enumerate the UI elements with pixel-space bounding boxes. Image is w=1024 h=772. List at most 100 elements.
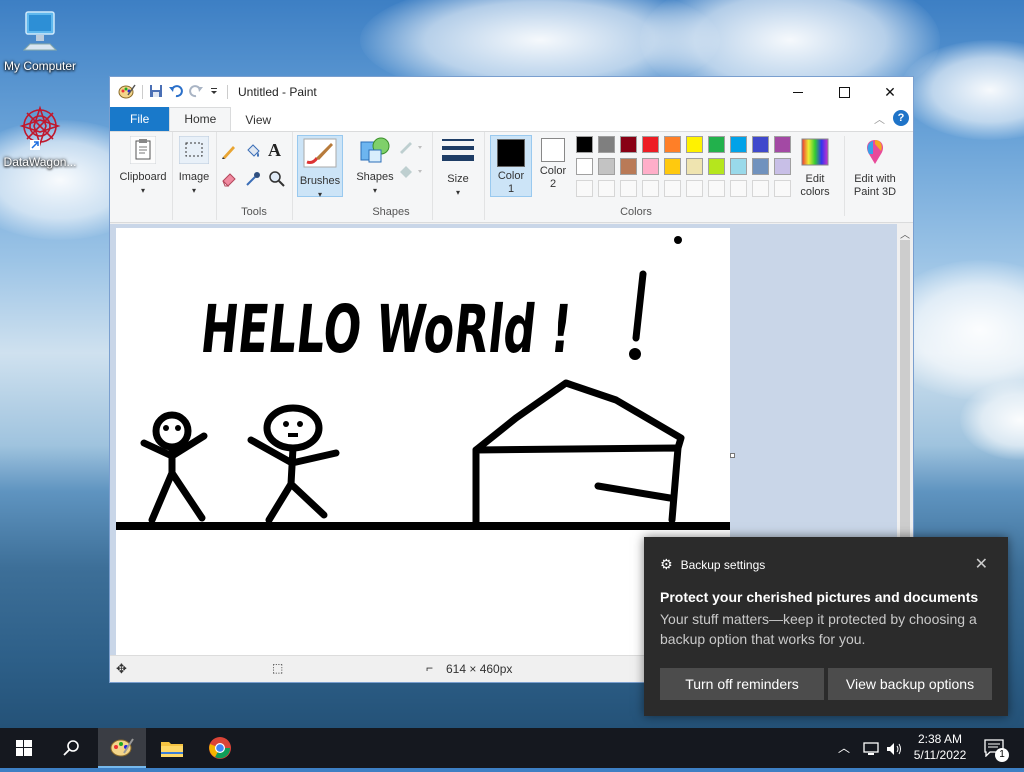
palette-color-swatch[interactable] [598, 136, 615, 153]
palette-color-swatch[interactable] [752, 158, 769, 175]
palette-color-swatch[interactable] [642, 136, 659, 153]
color-1-button[interactable]: Color 1 [490, 135, 532, 197]
desktop-icon-my-computer[interactable]: My Computer [0, 10, 80, 73]
dropdown-arrow-icon: ▾ [140, 186, 145, 195]
paint-app-icon[interactable] [118, 83, 136, 102]
palette-color-swatch[interactable] [708, 158, 725, 175]
image-button[interactable]: Image ▾ [170, 135, 218, 197]
palette-color-swatch[interactable] [664, 136, 681, 153]
custom-color-slot[interactable] [708, 180, 725, 197]
edit-with-paint3d-button[interactable]: Edit with Paint 3D [846, 138, 904, 199]
palette-color-swatch[interactable] [620, 158, 637, 175]
palette-color-swatch[interactable] [730, 136, 747, 153]
select-icon [170, 135, 218, 168]
fill-shape-icon[interactable] [398, 164, 424, 181]
dropdown-arrow-icon: ▾ [191, 186, 196, 195]
tab-view[interactable]: View [231, 109, 285, 131]
brushes-button[interactable]: Brushes ▾ [297, 135, 343, 199]
drawing-canvas[interactable]: HELLO WoRld ! [112, 228, 734, 656]
clipboard-group: Clipboard ▾ [114, 132, 173, 220]
edit-colors-button[interactable]: Edit colors [794, 138, 836, 199]
edit-colors-label-2: colors [800, 186, 830, 198]
search-button[interactable] [48, 728, 96, 768]
volume-icon[interactable] [886, 728, 904, 768]
tab-home[interactable]: Home [169, 107, 232, 131]
custom-color-slot[interactable] [576, 180, 593, 197]
palette-color-swatch[interactable] [664, 158, 681, 175]
text-icon[interactable]: A [268, 140, 281, 161]
shapes-button[interactable]: Shapes ▾ [354, 136, 396, 197]
scroll-up-icon[interactable]: ︿ [897, 226, 913, 241]
palette-color-swatch[interactable] [774, 136, 791, 153]
resize-handle[interactable] [730, 453, 735, 458]
custom-color-slot[interactable] [598, 180, 615, 197]
custom-color-slot[interactable] [664, 180, 681, 197]
windows-logo-icon [16, 740, 32, 756]
image-group: Image ▾ [172, 132, 217, 220]
palette-color-swatch[interactable] [774, 158, 791, 175]
color-1-label: Color [497, 170, 525, 182]
notification-badge: 1 [995, 748, 1009, 762]
toast-close-icon[interactable]: ✕ [975, 554, 988, 574]
minimize-button[interactable] [775, 77, 821, 107]
custom-color-slot[interactable] [730, 180, 747, 197]
view-backup-options-button[interactable]: View backup options [828, 668, 992, 700]
taskbar-chrome[interactable] [196, 728, 244, 768]
outline-icon[interactable] [398, 140, 424, 157]
palette-color-swatch[interactable] [752, 136, 769, 153]
palette-color-swatch[interactable] [686, 158, 703, 175]
palette-color-swatch[interactable] [642, 158, 659, 175]
help-icon[interactable]: ? [893, 110, 909, 126]
canvas-handwritten-text: HELLO WoRld ! [197, 291, 575, 368]
custom-color-slot[interactable] [642, 180, 659, 197]
action-center-button[interactable]: 1 [980, 728, 1020, 768]
dropdown-arrow-icon: ▾ [455, 188, 460, 197]
palette-color-swatch[interactable] [730, 158, 747, 175]
palette-color-swatch[interactable] [598, 158, 615, 175]
computer-icon [0, 10, 80, 57]
color-picker-icon[interactable] [244, 170, 262, 191]
start-button[interactable] [0, 728, 48, 768]
taskbar-paint[interactable] [98, 728, 146, 768]
color-palette [576, 132, 796, 202]
eraser-icon[interactable] [220, 170, 238, 191]
redo-icon[interactable] [189, 84, 203, 101]
tab-file[interactable]: File [110, 107, 170, 131]
toast-app-name: Backup settings [680, 557, 766, 572]
custom-color-slot[interactable] [774, 180, 791, 197]
pencil-icon[interactable] [220, 142, 238, 163]
palette-color-swatch[interactable] [686, 136, 703, 153]
shapes-group-label: Shapes [372, 206, 410, 218]
collapse-ribbon-icon[interactable]: ︿ [874, 111, 885, 127]
taskbar-file-explorer[interactable] [148, 728, 196, 768]
palette-color-swatch[interactable] [576, 136, 593, 153]
clock[interactable]: 2:38 AM 5/11/2022 [906, 728, 974, 772]
turn-off-reminders-button[interactable]: Turn off reminders [660, 668, 824, 700]
network-icon[interactable] [862, 728, 880, 768]
undo-icon[interactable] [169, 84, 183, 101]
palette-color-swatch[interactable] [708, 136, 725, 153]
clipboard-button[interactable]: Clipboard ▾ [116, 135, 170, 197]
size-button[interactable]: Size ▾ [436, 138, 480, 199]
palette-color-swatch[interactable] [576, 158, 593, 175]
colors-group: Color 1 Color 2 Edit colors Colors Edit wit… [486, 132, 906, 220]
folder-icon [161, 742, 183, 757]
edit-paint3d-label-2: Paint 3D [853, 186, 897, 198]
customize-toolbar-dropdown-icon[interactable] [209, 85, 219, 99]
custom-color-slot[interactable] [752, 180, 769, 197]
close-button[interactable]: ✕ [867, 77, 913, 107]
save-icon[interactable] [149, 84, 163, 101]
custom-color-slot[interactable] [686, 180, 703, 197]
fill-icon[interactable] [244, 142, 262, 163]
magnifier-icon[interactable] [268, 170, 286, 191]
color-2-button[interactable]: Color 2 [534, 138, 572, 191]
show-hidden-icons[interactable]: ︿ [838, 728, 850, 768]
paint-taskbar-icon [110, 738, 134, 757]
maximize-button[interactable] [821, 77, 867, 107]
desktop-icon-datawagon[interactable]: DataWagon... [0, 104, 80, 169]
clock-date: 5/11/2022 [913, 748, 967, 762]
custom-color-slot[interactable] [620, 180, 637, 197]
canvas-size-text: 614 × 460px [446, 662, 513, 676]
canvas-size-icon: ⌐ [426, 661, 434, 675]
palette-color-swatch[interactable] [620, 136, 637, 153]
